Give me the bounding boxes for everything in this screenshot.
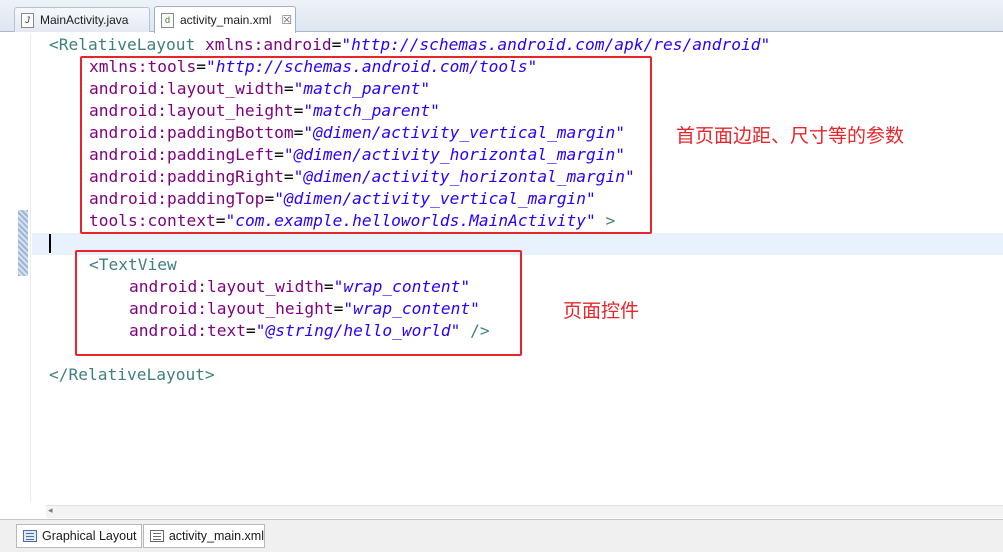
tab-graphical-layout[interactable]: Graphical Layout (16, 524, 142, 548)
annotation-box-textview (75, 250, 522, 356)
layout-icon (23, 530, 37, 542)
code-line-16: </RelativeLayout> (49, 365, 215, 384)
horizontal-scrollbar[interactable]: ◂ (46, 505, 1003, 518)
tab-label: MainActivity.java (40, 13, 129, 27)
java-file-icon: J (21, 12, 34, 28)
tab-mainactivity-java[interactable]: J MainActivity.java (14, 7, 150, 32)
source-file-icon (150, 530, 164, 542)
annotation-note-layout-params: 首页面边距、尺寸等的参数 (676, 125, 905, 147)
tab-activity-main-xml[interactable]: d activity_main.xml ☒ (154, 6, 296, 33)
annotation-note-controls: 页面控件 (563, 300, 640, 322)
scroll-left-icon[interactable]: ◂ (48, 506, 53, 516)
xml-file-icon: d (161, 12, 174, 28)
annotation-box-layout-params (80, 56, 652, 234)
tab-label: activity_main.xml (168, 529, 264, 543)
editor-tab-bar: J MainActivity.java d activity_main.xml … (0, 0, 1003, 33)
close-icon[interactable]: ☒ (281, 13, 292, 27)
tab-xml-source[interactable]: activity_main.xml (143, 524, 265, 548)
code-line-1: <RelativeLayout xmlns:android="http://sc… (49, 35, 771, 54)
text-caret (49, 234, 51, 253)
editor-mode-tabs: Graphical Layout activity_main.xml (0, 519, 1003, 552)
tab-label: Graphical Layout (42, 529, 137, 543)
change-marker (18, 210, 28, 276)
tab-label: activity_main.xml (180, 13, 272, 27)
